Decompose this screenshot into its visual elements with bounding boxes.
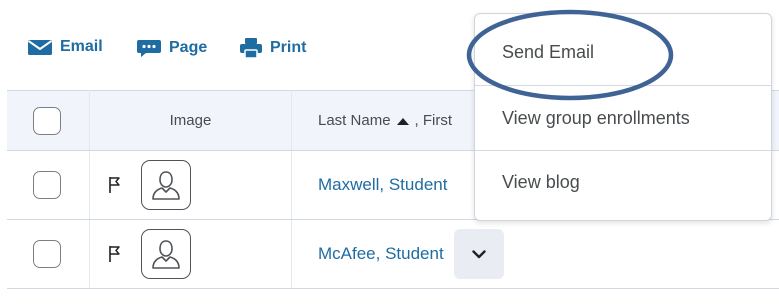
envelope-icon [28,40,52,55]
print-label: Print [270,39,307,56]
printer-icon [240,38,262,58]
last-name-sort-link[interactable]: Last Name [318,112,391,129]
avatar [141,160,191,210]
row-image-cell [89,219,292,289]
email-button[interactable]: Email [28,38,103,56]
image-column-header: Image [89,90,292,151]
first-name-sort-link[interactable]: , First [415,112,453,129]
user-silhouette-icon [152,240,180,269]
print-button[interactable]: Print [240,38,306,58]
row-actions-menu: Send Email View group enrollments View b… [474,13,772,221]
student-name-link[interactable]: McAfee, Student [318,244,444,264]
row-name-cell: McAfee, Student [291,219,779,289]
select-all-checkbox[interactable] [33,106,61,135]
menu-item-view-blog[interactable]: View blog [475,172,771,193]
page-button[interactable]: Page [137,38,207,58]
select-all-header [7,90,90,151]
row-image-cell [89,150,292,220]
avatar [141,229,191,279]
row-select-cell [7,150,90,220]
sort-ascending-icon [396,117,409,125]
flag-icon[interactable] [107,245,123,263]
menu-item-send-email[interactable]: Send Email [475,42,771,63]
chat-bubble-icon [137,40,161,57]
row-select-cell [7,219,90,289]
row-checkbox[interactable] [33,171,61,199]
menu-divider [475,150,771,151]
email-label: Email [60,38,103,55]
menu-divider [475,85,771,86]
user-silhouette-icon [152,171,180,200]
table-row: McAfee, Student [7,219,779,289]
row-actions-button[interactable] [453,229,504,279]
page-label: Page [169,39,208,56]
row-checkbox[interactable] [33,240,61,268]
flag-icon[interactable] [107,176,123,194]
chevron-down-icon [471,249,486,258]
student-name-link[interactable]: Maxwell, Student [318,175,447,195]
menu-item-view-group-enrollments[interactable]: View group enrollments [475,108,771,129]
